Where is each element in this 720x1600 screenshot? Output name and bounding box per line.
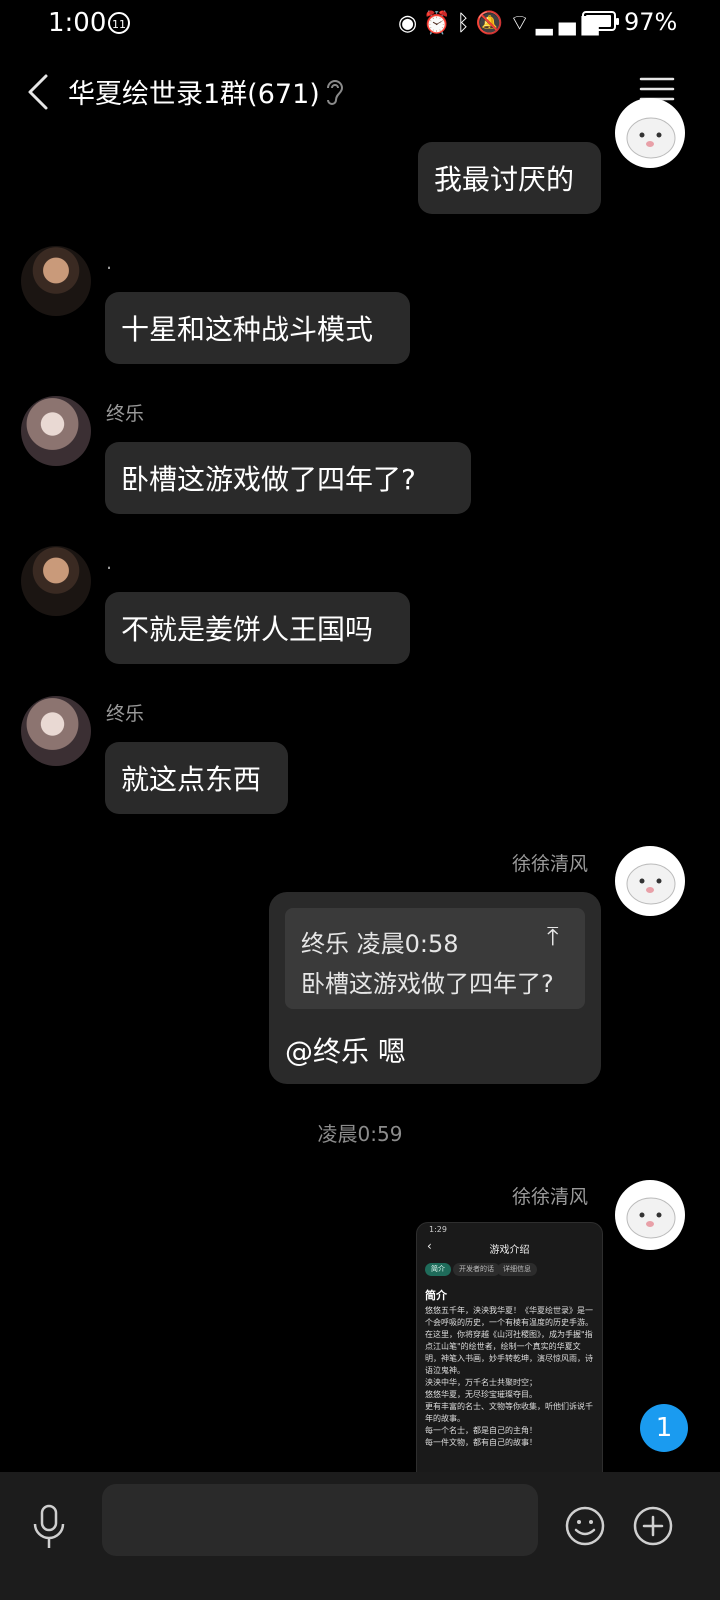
reply-text: @终乐 嗯 <box>285 1035 406 1068</box>
thumb-tab: 简介 <box>425 1263 451 1276</box>
wifi-icon: ⌔ <box>509 11 536 36</box>
thumb-heading: 简介 <box>425 1289 447 1302</box>
quote-author: 终乐 <box>301 930 349 958</box>
quote-text: 卧槽这游戏做了四年了? <box>301 970 554 998</box>
sender-name: 徐徐清风 <box>512 1186 589 1208</box>
battery-percent: 97% <box>624 8 678 36</box>
mute-icon: 🔕 <box>475 11 510 36</box>
bluetooth-icon: ᛒ <box>456 11 476 36</box>
message-input[interactable] <box>102 1484 538 1556</box>
thumb-body-text: 悠悠五千年，泱泱我华夏！《华夏绘世录》是一个会呼吸的历史，一个有棱有温度的历史手… <box>425 1306 593 1447</box>
self-avatar[interactable] <box>615 1180 685 1250</box>
self-avatar[interactable] <box>615 846 685 916</box>
thumb-title: 游戏介绍 <box>489 1245 530 1256</box>
user-avatar[interactable] <box>21 696 91 766</box>
battery-level <box>586 15 611 27</box>
reply-message-card[interactable]: 终乐 凌晨0:58 ⤒ 卧槽这游戏做了四年了? @终乐 嗯 <box>269 892 601 1084</box>
message-bubble[interactable]: 就这点东西 <box>105 742 288 814</box>
quote-header: 终乐 凌晨0:58 <box>301 924 459 959</box>
group-title: 华夏绘世录1群(671) <box>68 79 320 110</box>
message-bubble[interactable]: 卧槽这游戏做了四年了? <box>105 442 471 514</box>
message-bubble[interactable]: 十星和这种战斗模式 <box>105 292 410 364</box>
quote-time: 凌晨0:58 <box>356 930 459 958</box>
sender-name: 终乐 <box>106 403 145 425</box>
sender-name: . <box>106 252 113 274</box>
unread-count-badge[interactable]: 1 <box>640 1404 688 1452</box>
user-avatar[interactable] <box>21 546 91 616</box>
status-icons: ◉⏰ᛒ🔕⌔▂▄▆ <box>398 9 605 37</box>
message-bubble[interactable]: 我最讨厌的 <box>418 142 601 214</box>
earpiece-mode-icon[interactable] <box>322 76 346 106</box>
plus-icon[interactable] <box>632 1505 674 1547</box>
thumb-tab: 开发者的话 <box>453 1263 500 1276</box>
thumb-status-time: 1:29 <box>429 1225 447 1234</box>
timestamp: 凌晨0:59 <box>317 1122 403 1146</box>
image-message[interactable]: 1:29 ‹ 游戏介绍 简介 开发者的话 详细信息 简介 悠悠五千年，泱泱我华夏… <box>416 1222 603 1484</box>
self-avatar[interactable] <box>615 98 685 168</box>
eye-icon: ◉ <box>398 11 424 36</box>
battery-icon <box>582 11 619 31</box>
sender-name: . <box>106 552 113 574</box>
quoted-message[interactable]: 终乐 凌晨0:58 ⤒ 卧槽这游戏做了四年了? <box>285 908 585 1009</box>
alarm-icon: ⏰ <box>423 11 457 36</box>
message-bubble[interactable]: 不就是姜饼人王国吗 <box>105 592 410 664</box>
user-avatar[interactable] <box>21 246 91 316</box>
jump-to-top-icon[interactable]: ⤒ <box>547 922 559 953</box>
sender-name: 徐徐清风 <box>512 853 589 875</box>
sender-name: 终乐 <box>106 703 145 725</box>
notification-badge: 11 <box>108 12 130 34</box>
microphone-icon[interactable] <box>30 1504 68 1550</box>
user-avatar[interactable] <box>21 396 91 466</box>
status-time: 1:00 <box>48 8 107 38</box>
back-arrow-icon[interactable] <box>22 72 62 112</box>
emoji-icon[interactable] <box>564 1505 606 1547</box>
thumb-tab: 详细信息 <box>497 1263 537 1276</box>
